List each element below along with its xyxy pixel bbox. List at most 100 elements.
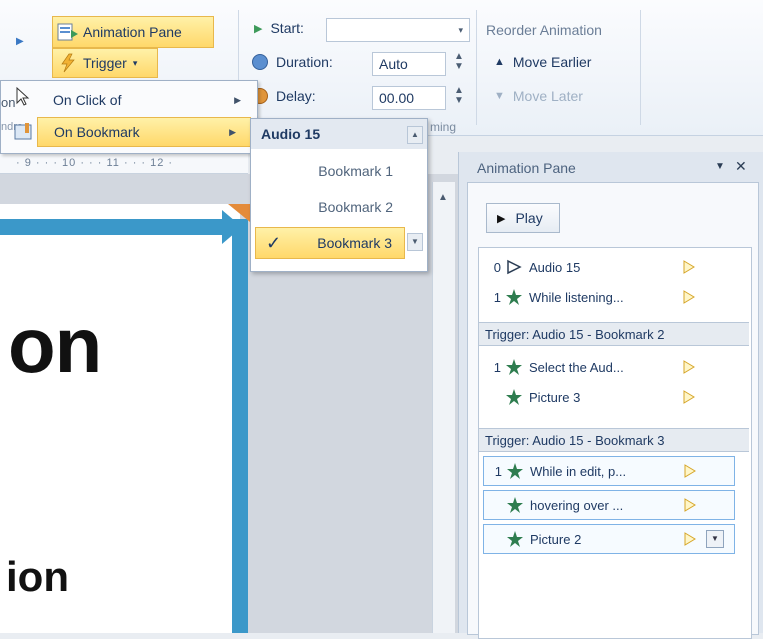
- timeline-marker-icon: [684, 464, 696, 478]
- effect-star-icon: [506, 389, 522, 405]
- animation-pane-title: Animation Pane: [477, 160, 576, 176]
- duration-spinner[interactable]: ▲ ▼: [452, 52, 466, 72]
- timeline-marker-icon: [683, 390, 695, 404]
- trigger-button[interactable]: Trigger ▾: [52, 48, 158, 78]
- animation-list: 0 Audio 15 1 While listening... Trigger:…: [478, 247, 752, 639]
- move-earlier-button[interactable]: ▲ Move Earlier: [494, 54, 591, 70]
- chevron-down-icon: ▾: [132, 57, 138, 68]
- play-label: Play: [515, 210, 543, 226]
- timeline-marker-icon: [684, 532, 696, 546]
- trigger-label: Trigger: [83, 55, 127, 71]
- animation-label: Picture 2: [530, 531, 582, 547]
- list-item[interactable]: 1 While listening...: [483, 282, 735, 312]
- start-dropdown[interactable]: ▾: [326, 18, 470, 42]
- ruler-ticks: · 9 · · · 10 · · · 11 · · · 12 ·: [16, 156, 174, 169]
- group-separator: [476, 10, 477, 125]
- menu-item-on-click-of[interactable]: On Click of ▶: [45, 85, 255, 115]
- reorder-animation-title: Reorder Animation: [486, 22, 602, 38]
- down-arrow-icon: ▼: [494, 90, 505, 102]
- move-earlier-label: Move Earlier: [512, 54, 592, 70]
- animation-label: While in edit, p...: [530, 463, 627, 479]
- play-button[interactable]: ▶ Play: [486, 203, 560, 233]
- timeline-marker-icon: [683, 360, 695, 374]
- play-audio-icon: [507, 259, 522, 275]
- pane-options-icon[interactable]: ▼: [715, 161, 725, 172]
- slide-blue-border-horizontal: [0, 219, 232, 235]
- animation-label: Select the Aud...: [529, 359, 624, 375]
- effect-star-icon: [506, 359, 522, 375]
- effect-star-icon: [506, 289, 522, 305]
- timeline-marker-icon: [683, 260, 695, 274]
- bookmark-item-1[interactable]: Bookmark 1: [255, 155, 405, 187]
- item-dropdown-icon[interactable]: ▼: [706, 530, 724, 548]
- trigger-group-header[interactable]: Trigger: Audio 15 - Bookmark 3: [479, 428, 749, 452]
- effect-star-icon: [507, 531, 523, 547]
- bookmark-icon: [14, 123, 32, 140]
- bookmark-item-label: Bookmark 3: [317, 235, 392, 251]
- menu-item-label: On Click of: [53, 92, 122, 108]
- duration-row: Duration:: [252, 54, 333, 70]
- play-icon: ▶: [497, 212, 506, 225]
- effect-star-icon: [507, 463, 523, 479]
- delay-row: Delay:: [252, 88, 316, 104]
- clock-icon: [252, 54, 268, 70]
- check-icon: ✓: [266, 232, 282, 253]
- start-label: Start:: [270, 20, 304, 36]
- move-later-label: Move Later: [512, 88, 583, 104]
- submenu-arrow-icon: ▶: [234, 94, 241, 105]
- duration-input[interactable]: Auto: [372, 52, 446, 76]
- bookmark-item-3[interactable]: ✓ Bookmark 3: [255, 227, 405, 259]
- start-row: ▶ Start:: [254, 20, 304, 36]
- ribbon-left-arrow: ▶: [16, 36, 24, 47]
- animation-label: While listening...: [529, 289, 624, 305]
- trigger-menu: on ndra On Click of ▶ On Bookmark ▶: [0, 80, 258, 154]
- animation-pane-body: ▶ Play 0 Audio 15 1 While listening... T…: [467, 182, 759, 639]
- timing-group-caption: ming: [430, 120, 457, 134]
- scroll-up-icon[interactable]: ▲: [407, 126, 423, 144]
- start-icon: ▶: [254, 22, 263, 35]
- order-number: 1: [494, 463, 502, 479]
- effect-star-icon: [507, 497, 523, 513]
- list-item[interactable]: 1 While in edit, p...: [483, 456, 735, 486]
- animation-pane-button[interactable]: Animation Pane: [52, 16, 214, 48]
- animation-pane-icon: [57, 23, 78, 41]
- slide-subtitle-text[interactable]: ion: [6, 553, 69, 601]
- vertical-scrollbar[interactable]: [432, 182, 455, 633]
- animation-label: hovering over ...: [530, 497, 624, 513]
- duration-value: Auto: [379, 56, 408, 72]
- on-click-of-icon: [16, 86, 30, 106]
- chevron-down-icon: ▾: [458, 24, 463, 35]
- delay-input[interactable]: 00.00: [372, 86, 446, 110]
- close-icon[interactable]: ✕: [735, 158, 747, 175]
- animation-label: Audio 15: [529, 259, 581, 275]
- scroll-down-icon[interactable]: ▼: [407, 233, 423, 251]
- order-number: 1: [493, 359, 501, 375]
- animation-pane-label: Animation Pane: [83, 24, 182, 40]
- delay-label: Delay:: [276, 88, 316, 104]
- list-item[interactable]: Picture 2 ▼: [483, 524, 735, 554]
- bookmark-menu-header: Audio 15: [251, 119, 427, 149]
- timeline-marker-icon: [684, 498, 696, 512]
- order-number: 0: [493, 259, 501, 275]
- slide-title-text[interactable]: on: [8, 300, 102, 391]
- delay-spinner[interactable]: ▲ ▼: [452, 86, 466, 106]
- menu-item-on-bookmark[interactable]: On Bookmark ▶: [37, 117, 251, 147]
- list-item[interactable]: hovering over ...: [483, 490, 735, 520]
- order-number: 1: [493, 289, 501, 305]
- menu-item-label: On Bookmark: [54, 124, 140, 140]
- bookmark-item-2[interactable]: Bookmark 2: [255, 191, 405, 223]
- animation-pane: Animation Pane ▼ ✕ ▶ Play 0 Audio 15 1 W…: [458, 152, 763, 639]
- up-arrow-icon: ▲: [494, 56, 505, 68]
- slide-blue-border-vertical: [232, 219, 248, 633]
- timeline-marker-icon: [683, 290, 695, 304]
- move-later-button[interactable]: ▼ Move Later: [494, 88, 583, 104]
- delay-value: 00.00: [379, 90, 415, 106]
- duration-label: Duration:: [276, 54, 333, 70]
- animation-label: Picture 3: [529, 389, 581, 405]
- submenu-arrow-icon: ▶: [229, 126, 236, 137]
- trigger-group-header[interactable]: Trigger: Audio 15 - Bookmark 2: [479, 322, 749, 346]
- list-item[interactable]: 1 Select the Aud...: [483, 352, 735, 382]
- scroll-up-icon[interactable]: ▲: [438, 192, 448, 203]
- list-item[interactable]: Picture 3: [483, 382, 735, 412]
- list-item[interactable]: 0 Audio 15: [483, 252, 735, 282]
